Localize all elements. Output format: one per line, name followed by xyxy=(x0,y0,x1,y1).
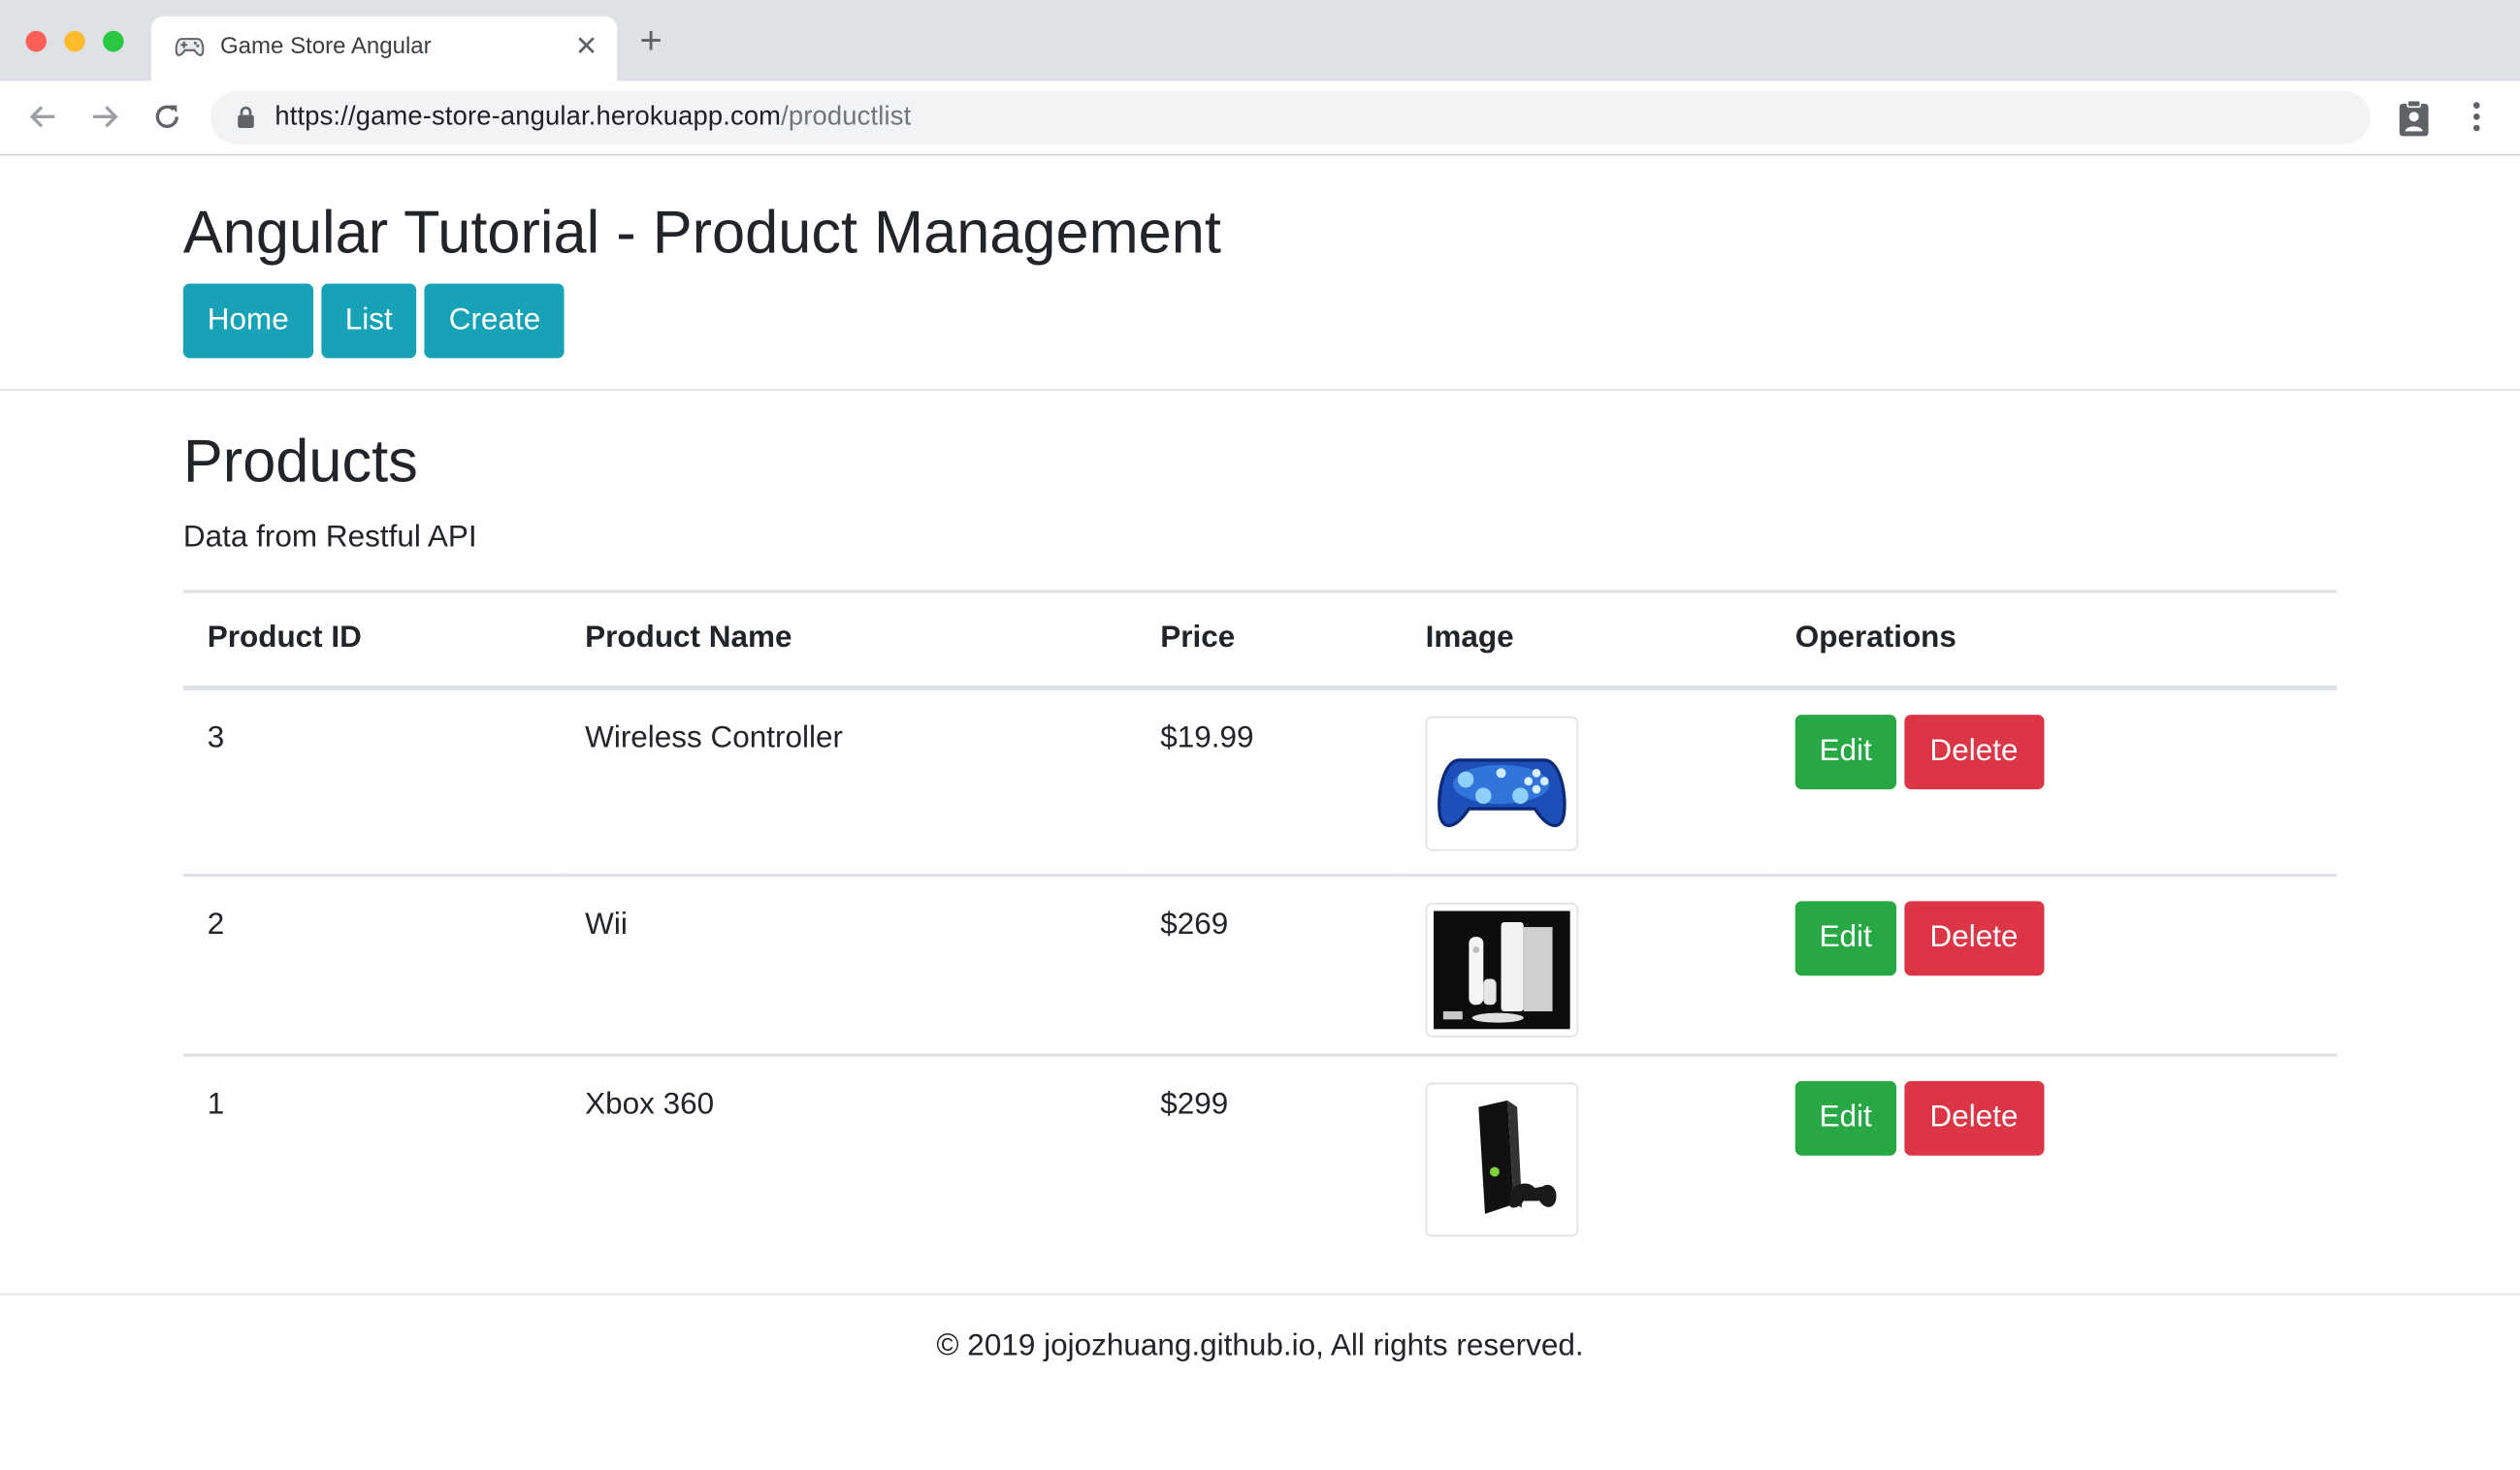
product-image-cell xyxy=(1401,875,1771,1057)
url-host: game-store-angular.herokuapp.com xyxy=(355,102,782,132)
table-row: 1 Xbox 360 $299 Edit Delete xyxy=(183,1055,2337,1237)
home-button[interactable]: Home xyxy=(182,283,313,359)
wii-console-image xyxy=(1425,902,1579,1038)
create-button[interactable]: Create xyxy=(424,283,565,359)
column-header-product-id: Product ID xyxy=(182,590,562,690)
product-id-cell: 1 xyxy=(207,1087,225,1122)
product-price-cell: $299 xyxy=(1160,1087,1229,1122)
delete-button[interactable]: Delete xyxy=(1903,1080,2045,1156)
address-bar[interactable]: https://game-store-angular.herokuapp.com… xyxy=(210,90,2371,144)
table-header-row: Product ID Product Name Price Image Oper… xyxy=(182,590,2338,690)
back-arrow-icon[interactable] xyxy=(26,99,61,143)
url-path: /productlist xyxy=(781,102,912,132)
product-price-cell: $19.99 xyxy=(1136,687,1402,878)
browser-tab[interactable]: Game Store Angular ✕ xyxy=(150,16,618,81)
url-text: https://game-store-angular.herokuapp.com… xyxy=(275,102,911,133)
delete-button[interactable]: Delete xyxy=(1903,901,2045,976)
product-name-cell: Wireless Controller xyxy=(561,687,1137,878)
footer-divider xyxy=(0,1293,2520,1295)
page-subtitle: Data from Restful API xyxy=(182,520,477,555)
url-scheme: https:// xyxy=(275,102,356,132)
reload-icon[interactable] xyxy=(149,99,184,143)
product-id-cell: 3 xyxy=(182,687,562,878)
product-image-cell xyxy=(1402,1055,1771,1237)
product-name-cell: Xbox 360 xyxy=(585,1087,715,1122)
table-row: 2 Wii $269 Edit Delete xyxy=(182,875,2338,1057)
product-name-cell: Wii xyxy=(561,875,1137,1057)
minimize-window-button[interactable] xyxy=(64,30,85,52)
column-header-price: Price xyxy=(1136,590,1402,690)
more-menu-icon[interactable] xyxy=(2466,99,2488,143)
product-id-cell: 2 xyxy=(182,875,562,1057)
table-row: 3 Wireless Controller $19.99 Edit Delete xyxy=(182,687,2338,878)
clipboard-profile-icon[interactable] xyxy=(2396,99,2431,145)
delete-button[interactable]: Delete xyxy=(1903,714,2045,789)
product-price-cell: $269 xyxy=(1136,875,1402,1057)
browser-toolbar: https://game-store-angular.herokuapp.com… xyxy=(0,80,2520,156)
forward-arrow-icon[interactable] xyxy=(86,99,121,143)
tab-title: Game Store Angular xyxy=(219,34,432,60)
browser-tab-strip: Game Store Angular ✕ + xyxy=(0,0,2520,81)
operations-cell: Edit Delete xyxy=(1770,875,2338,1057)
new-tab-button[interactable]: + xyxy=(639,22,662,61)
operations-cell: Edit Delete xyxy=(1771,1055,2337,1236)
column-header-image: Image xyxy=(1401,590,1771,690)
products-table: Product ID Product Name Price Image Oper… xyxy=(182,590,2338,1237)
lock-icon[interactable] xyxy=(237,106,256,137)
operations-cell: Edit Delete xyxy=(1770,687,2338,878)
column-header-operations: Operations xyxy=(1770,590,2338,690)
edit-button[interactable]: Edit xyxy=(1794,901,1896,976)
blue-game-controller-image xyxy=(1425,715,1579,850)
app-title: Angular Tutorial - Product Management xyxy=(182,199,1221,267)
edit-button[interactable]: Edit xyxy=(1794,1080,1896,1156)
footer-copyright: © 2019 jojozhuang.github.io, All rights … xyxy=(936,1328,1584,1363)
tab-close-icon[interactable]: ✕ xyxy=(575,31,598,63)
main-nav: Home List Create xyxy=(182,283,572,359)
product-image-cell xyxy=(1401,687,1771,878)
edit-button[interactable]: Edit xyxy=(1794,714,1896,789)
header-divider xyxy=(0,389,2520,391)
gamepad-favicon-icon xyxy=(175,36,205,67)
close-window-button[interactable] xyxy=(25,30,48,52)
maximize-window-button[interactable] xyxy=(103,30,124,52)
page-content: Angular Tutorial - Product Management Ho… xyxy=(0,155,2520,1470)
list-button[interactable]: List xyxy=(320,283,417,359)
column-header-product-name: Product Name xyxy=(561,590,1137,690)
page-title: Products xyxy=(182,428,418,495)
xbox-360-console-image xyxy=(1425,1082,1579,1237)
